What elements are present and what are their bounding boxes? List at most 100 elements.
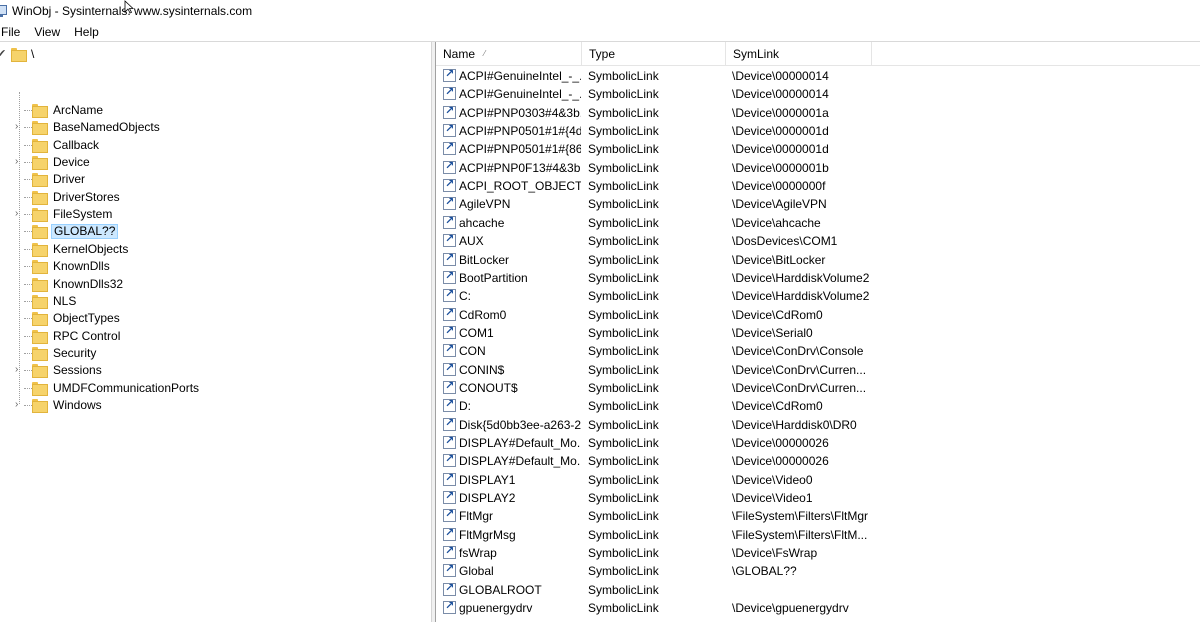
tree-item-label: GLOBAL?? [51,224,119,240]
expand-chevron-icon[interactable]: › [15,208,23,220]
cell-symlink: \Device\CdRom0 [732,307,823,322]
table-row[interactable]: GLOBALROOT SymbolicLink [436,581,1200,599]
expand-chevron-icon[interactable]: › [15,156,23,168]
title-bar: WinObj - Sysinternals: www.sysinternals.… [0,0,1200,22]
table-row[interactable]: COM1 SymbolicLink \Device\Serial0 [436,324,1200,342]
tree-item-label: KnownDlls [53,259,110,274]
table-row[interactable]: ACPI#PNP0501#1#{4d... SymbolicLink \Device… [436,122,1200,140]
table-row[interactable]: gpuenergydrv SymbolicLink \Device\gpuenerg… [436,599,1200,617]
column-header-type[interactable]: Type [582,42,726,66]
mouse-cursor-icon [124,0,134,14]
symbolic-link-icon [443,195,456,211]
tree-root[interactable]: ✔ \ [0,45,34,62]
tree-item-label: ArcName [53,103,104,117]
cell-type: SymbolicLink [588,160,659,175]
cell-type: SymbolicLink [588,436,659,450]
table-row[interactable]: ACPI#GenuineIntel_-_... SymbolicLink \Devi… [436,67,1200,85]
cell-name: gpuenergydrv [459,601,533,616]
expand-chevron-icon[interactable]: › [15,364,23,376]
tree-connector [24,248,32,250]
symbolic-link-icon [443,85,456,101]
column-header-symlink[interactable]: SymLink [726,42,872,66]
symbolic-link-icon [443,397,456,413]
cell-name: ACPI#GenuineIntel_-_... [459,69,581,83]
table-row[interactable]: CONIN$ SymbolicLink \Device\ConDrv\Curren.… [436,361,1200,379]
symbolic-link-icon [443,489,456,505]
table-row[interactable]: ahcache SymbolicLink \Device\ahcache [436,214,1200,232]
symbolic-link-icon [443,269,456,284]
table-row[interactable]: C: SymbolicLink \Device\HarddiskVolume2 [436,287,1200,305]
tree-connector [24,404,32,406]
symbolic-link-icon [443,140,456,156]
table-row[interactable]: DISPLAY2 SymbolicLink \Device\Video1 [436,489,1200,507]
symbolic-link-icon [443,214,456,229]
folder-icon [32,381,48,396]
cell-type: SymbolicLink [588,215,659,230]
table-row[interactable]: CONOUT$ SymbolicLink \Device\ConDrv\Curren… [436,379,1200,397]
cell-name: CONOUT$ [459,380,518,395]
tree-connector [24,214,32,216]
symbolic-link-icon [443,471,456,486]
symbolic-link-icon [443,251,456,266]
cell-symlink: \Device\BitLocker [732,252,826,267]
table-row[interactable]: fsWrap SymbolicLink \Device\FsWrap [436,544,1200,562]
table-row[interactable]: Global SymbolicLink \GLOBAL?? [436,562,1200,580]
table-row[interactable]: FltMgrMsg SymbolicLink \FileSystem\Filters… [436,526,1200,544]
cell-name: DISPLAY1 [459,472,516,487]
table-row[interactable]: DISPLAY#Default_Mo... SymbolicLink \Device… [436,452,1200,470]
tree-connector [24,110,32,111]
symbolic-link-icon [443,104,456,119]
symbolic-link-icon [443,342,456,358]
table-row[interactable]: Disk{5d0bb3ee-a263-2... SymbolicLink \Devi… [436,416,1200,434]
folder-icon [32,312,48,327]
table-row[interactable]: DISPLAY1 SymbolicLink \Device\Video0 [436,471,1200,489]
sort-ascending-icon: ⁄ [484,49,486,58]
table-row[interactable]: BootPartition SymbolicLink \Device\Harddis… [436,269,1200,287]
object-list[interactable]: Name ⁄ Type SymLink ACPI#GenuineIntel_-_… [436,42,1200,622]
cell-type: SymbolicLink [588,601,659,616]
cell-type: SymbolicLink [588,252,659,267]
column-header-name[interactable]: Name ⁄ [436,42,582,66]
table-row[interactable]: BitLocker SymbolicLink \Device\BitLocker [436,251,1200,269]
cell-type: SymbolicLink [588,179,659,194]
folder-icon [32,208,48,223]
collapse-chevron-icon[interactable]: ✔ [0,47,7,60]
table-row[interactable]: DISPLAY#Default_Mo... SymbolicLink \Device… [436,434,1200,452]
folder-icon [32,121,48,136]
table-row[interactable]: AUX SymbolicLink \DosDevices\COM1 [436,232,1200,250]
symbolic-link-icon [443,434,456,449]
cell-name: DISPLAY#Default_Mo... [459,454,581,469]
expand-chevron-icon[interactable]: › [15,399,23,411]
table-row[interactable]: AgileVPN SymbolicLink \Device\AgileVPN [436,195,1200,213]
menu-file[interactable]: File [0,22,27,42]
symbolic-link-icon [443,159,456,174]
tree-item-label: Device [53,155,90,170]
winobj-app-icon [0,4,8,18]
menu-view[interactable]: View [27,22,67,42]
symbolic-link-icon [443,177,456,193]
cell-type: SymbolicLink [588,454,659,469]
table-row[interactable]: FltMgr SymbolicLink \FileSystem\Filters\Fl… [436,507,1200,525]
cell-name: ahcache [459,215,505,230]
symbolic-link-icon [443,67,456,82]
list-header: Name ⁄ Type SymLink [436,42,1200,66]
table-row[interactable]: ACPI#GenuineIntel_-_... SymbolicLink \Devi… [436,85,1200,103]
table-row[interactable]: CON SymbolicLink \Device\ConDrv\Console [436,342,1200,360]
cell-type: SymbolicLink [588,270,659,285]
table-row[interactable]: D: SymbolicLink \Device\CdRom0 [436,397,1200,415]
tree-connector [24,370,32,372]
table-row[interactable]: ACPI#PNP0501#1#{86... SymbolicLink \Device… [436,140,1200,158]
cell-symlink: \Device\AgileVPN [732,197,827,212]
expand-chevron-icon[interactable]: › [15,121,23,133]
cell-type: SymbolicLink [588,417,659,432]
cell-symlink: \Device\0000001d [732,124,829,139]
table-row[interactable]: CdRom0 SymbolicLink \Device\CdRom0 [436,306,1200,324]
menu-help[interactable]: Help [67,22,106,42]
table-row[interactable]: ACPI#PNP0303#4&3b... SymbolicLink \Device\… [436,104,1200,122]
cell-symlink: \Device\0000000f [732,179,826,194]
table-row[interactable]: ACPI#PNP0F13#4&3b... SymbolicLink \Device\… [436,159,1200,177]
cell-symlink: \FileSystem\Filters\FltM... [732,527,868,542]
namespace-tree[interactable]: ✔ \ ArcName › BaseNamedObjects Callback › Dev… [0,42,431,622]
table-row[interactable]: ACPI_ROOT_OBJECT SymbolicLink \Device\0000… [436,177,1200,195]
tree-connector [24,300,32,302]
